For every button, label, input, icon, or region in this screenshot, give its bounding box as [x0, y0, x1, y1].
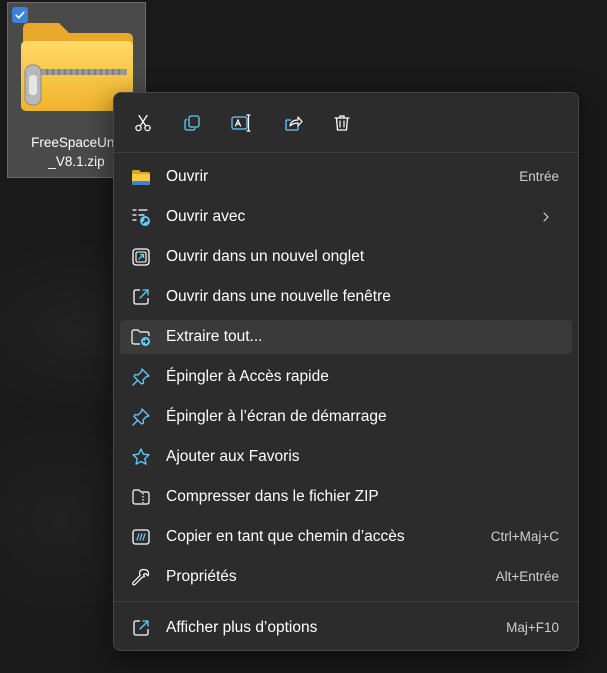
menu-item-plus-options[interactable]: Afficher plus d’options Maj+F10 [120, 611, 572, 645]
chevron-right-icon [543, 212, 549, 222]
share-button[interactable] [276, 106, 310, 140]
share-icon [285, 116, 303, 131]
menu-item-copier-chemin[interactable]: Copier en tant que chemin d’accès Ctrl+M… [120, 520, 572, 554]
menu-item-label: Ouvrir dans un nouvel onglet [166, 248, 365, 265]
menu-item-compresser-zip[interactable]: Compresser dans le fichier ZIP [120, 480, 572, 514]
trash-icon [334, 115, 350, 131]
menu-item-nouvel-onglet[interactable]: Ouvrir dans un nouvel onglet [120, 240, 572, 274]
menu-item-label: Épingler à l’écran de démarrage [166, 408, 387, 425]
menu-item-label: Ouvrir avec [166, 208, 246, 225]
rename-icon [231, 114, 251, 132]
folder-icon [130, 166, 152, 188]
star-icon [130, 446, 152, 468]
copy-button[interactable] [175, 106, 209, 140]
pin-icon [130, 406, 152, 428]
copy-icon [184, 115, 200, 131]
menu-item-epingler-demarrage[interactable]: Épingler à l’écran de démarrage [120, 400, 572, 434]
menu-item-shortcut: Maj+F10 [506, 620, 559, 635]
menu-item-nouvelle-fenetre[interactable]: Ouvrir dans une nouvelle fenêtre [120, 280, 572, 314]
menu-item-proprietes[interactable]: Propriétés Alt+Entrée [120, 560, 572, 594]
context-menu: Ouvrir Entrée Ouvrir avec Ouvrir dans un… [113, 92, 579, 651]
menu-item-epingler-acces-rapide[interactable]: Épingler à Accès rapide [120, 360, 572, 394]
menu-item-label: Compresser dans le fichier ZIP [166, 488, 379, 505]
scissors-icon [135, 114, 151, 132]
menu-item-extraire-tout[interactable]: Extraire tout... [120, 320, 572, 354]
new-tab-icon [130, 246, 152, 268]
delete-button[interactable] [325, 106, 359, 140]
menu-item-label: Afficher plus d’options [166, 619, 318, 636]
copy-path-icon [130, 526, 152, 548]
open-with-icon [130, 206, 152, 228]
rename-button[interactable] [224, 106, 258, 140]
menu-divider [114, 152, 578, 153]
menu-item-label: Extraire tout... [166, 328, 263, 345]
menu-divider [114, 601, 578, 602]
new-window-icon [130, 286, 152, 308]
menu-item-label: Épingler à Accès rapide [166, 368, 329, 385]
wrench-icon [130, 566, 152, 588]
context-menu-toolbar [114, 93, 578, 152]
zip-icon [130, 486, 152, 508]
menu-item-shortcut: Ctrl+Maj+C [490, 529, 559, 544]
menu-item-label: Ajouter aux Favoris [166, 448, 300, 465]
more-options-icon [130, 617, 152, 639]
menu-item-label: Ouvrir dans une nouvelle fenêtre [166, 288, 391, 305]
menu-item-label: Copier en tant que chemin d’accès [166, 528, 405, 545]
menu-item-shortcut: Entrée [519, 169, 559, 184]
menu-item-shortcut: Alt+Entrée [495, 569, 559, 584]
cut-button[interactable] [126, 106, 160, 140]
menu-item-ouvrir-avec[interactable]: Ouvrir avec [120, 200, 572, 234]
menu-item-ajouter-favoris[interactable]: Ajouter aux Favoris [120, 440, 572, 474]
extract-icon [130, 326, 152, 348]
pin-icon [130, 366, 152, 388]
menu-item-label: Ouvrir [166, 168, 209, 185]
menu-item-label: Propriétés [166, 568, 237, 585]
menu-item-ouvrir[interactable]: Ouvrir Entrée [120, 160, 572, 194]
